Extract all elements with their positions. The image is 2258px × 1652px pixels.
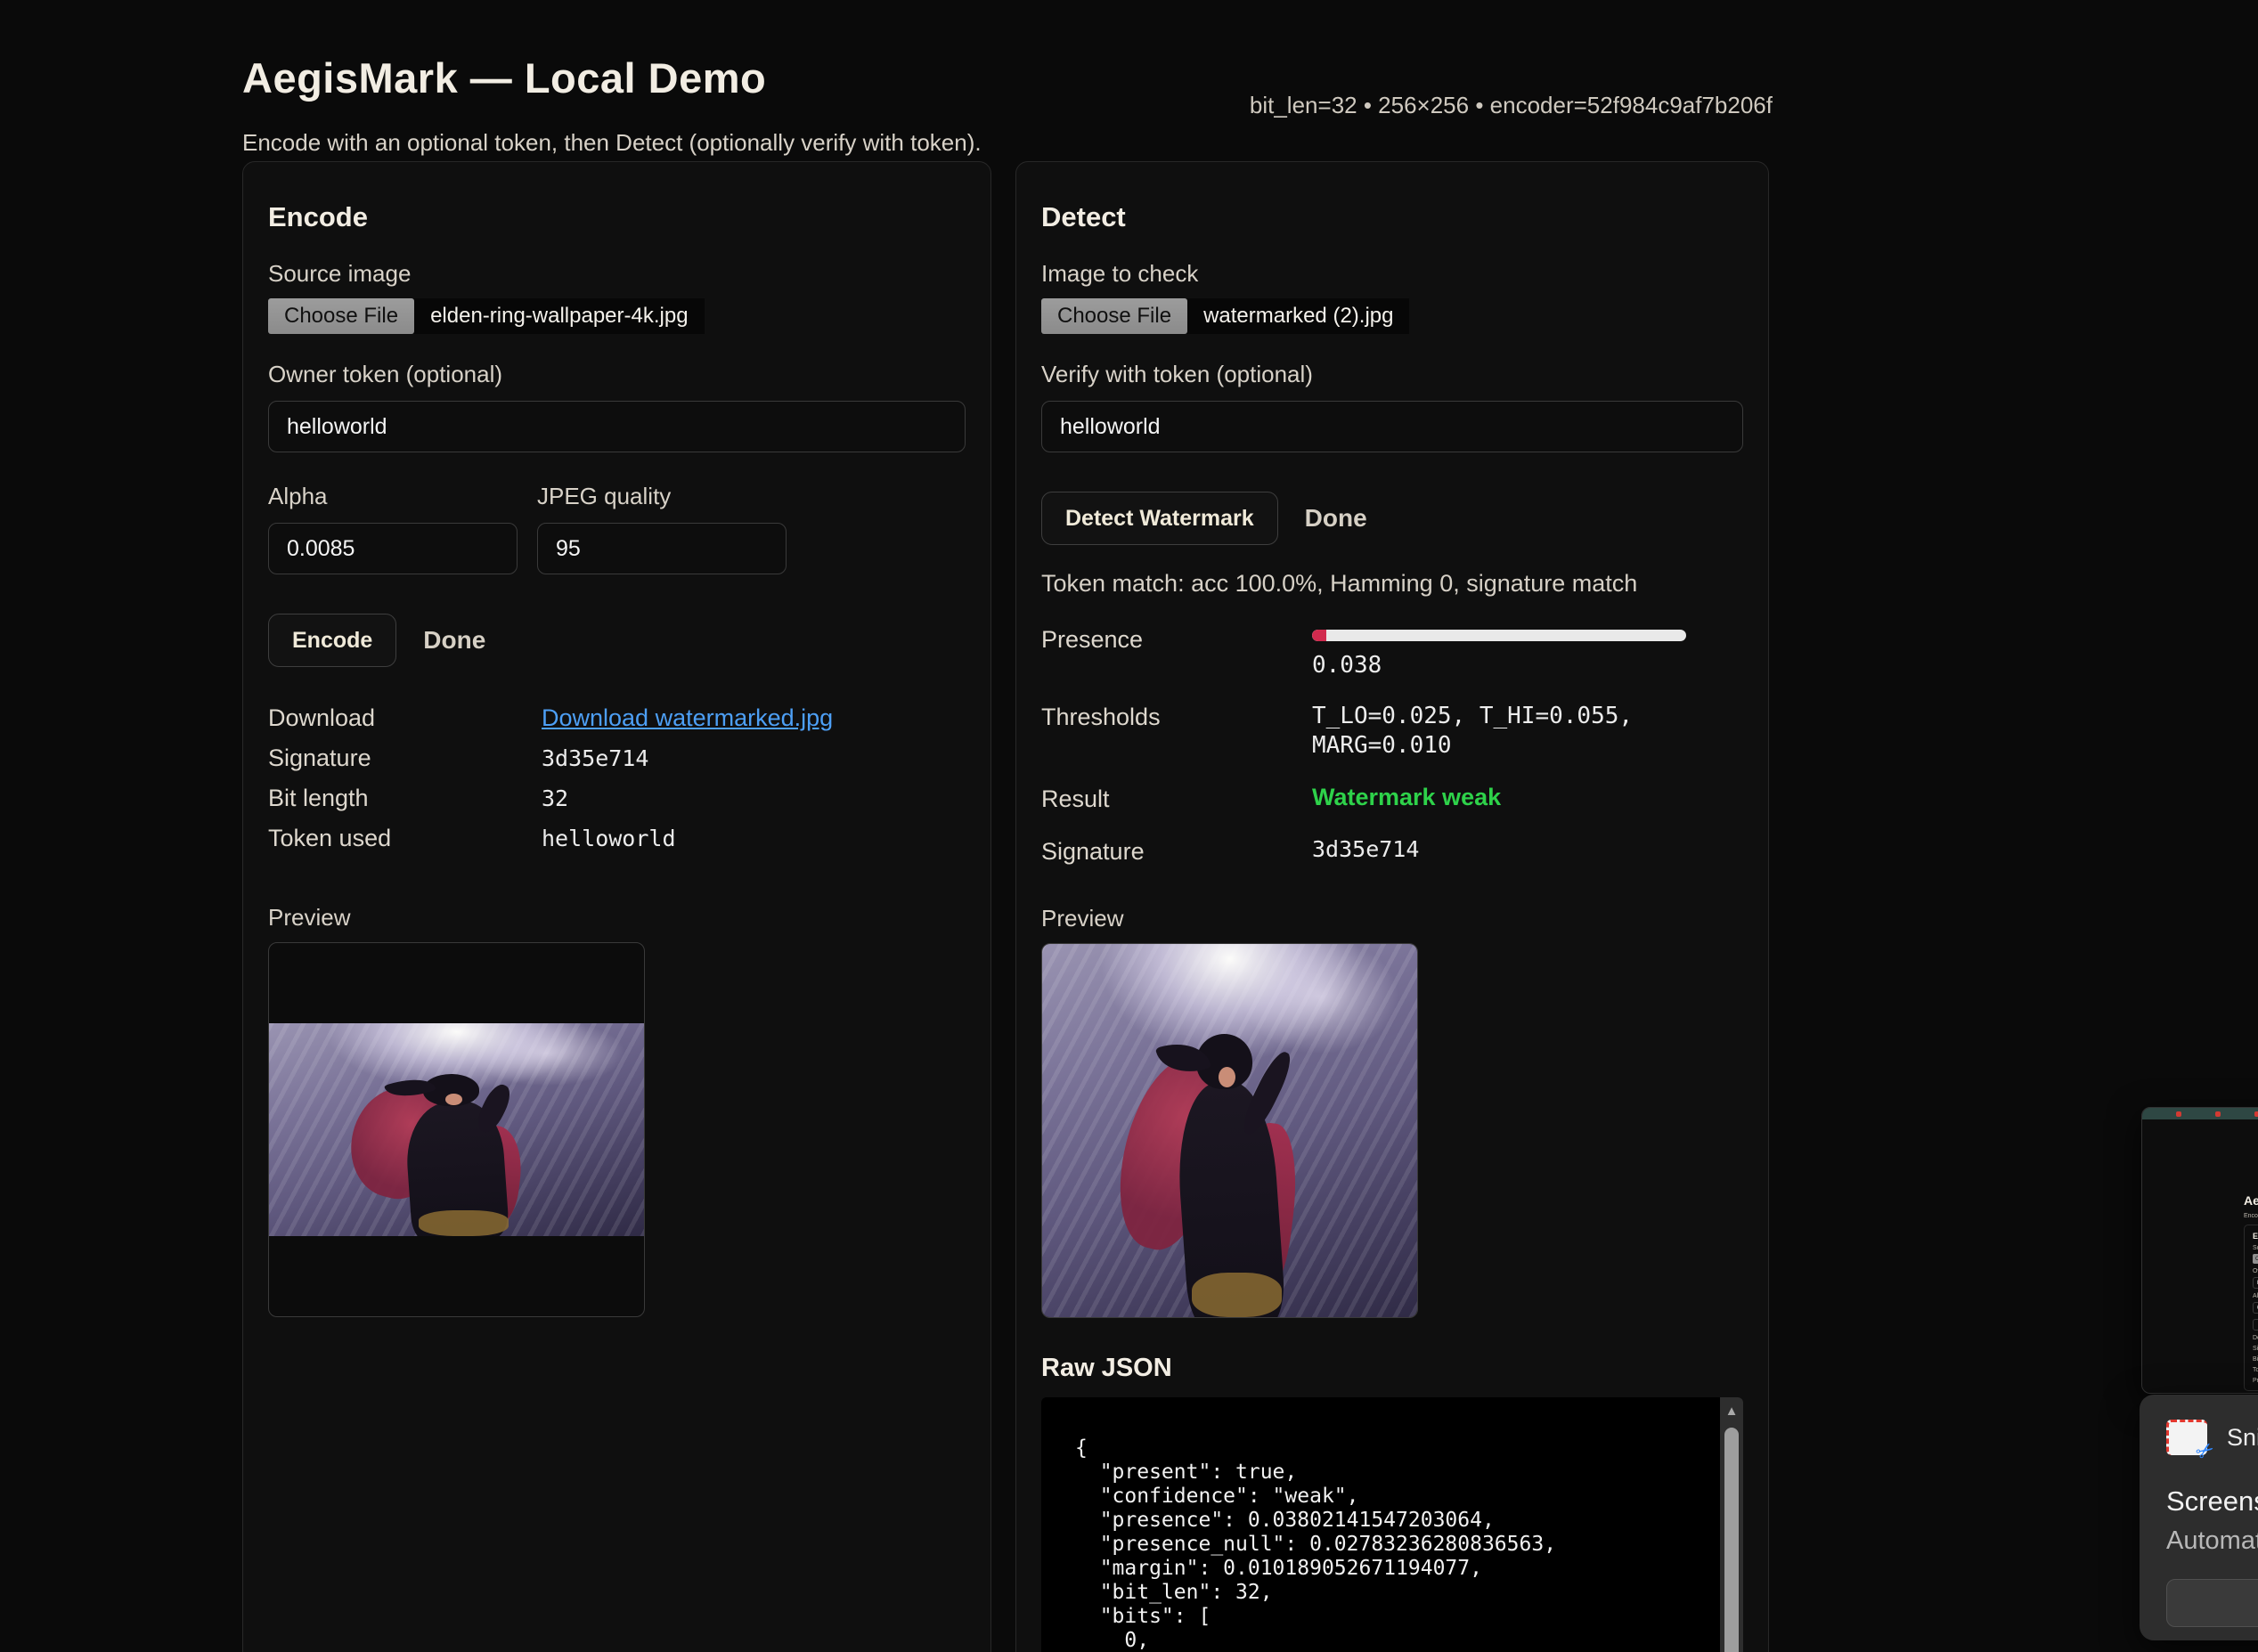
detect-heading: Detect [1041,201,1743,233]
mini-page-subtitle: Encode with an optional token, then Dete… [2244,1213,2258,1219]
encoder-meta: bit_len=32 • 256×256 • encoder=52f984c9a… [1250,92,1773,119]
source-file-input[interactable]: Choose File elden-ring-wallpaper-4k.jpg [268,298,705,334]
table-row: Thresholds T_LO=0.025, T_HI=0.055, MARG=… [1041,702,1743,761]
download-label: Download [268,704,542,732]
table-row: Signature 3d35e714 [1041,836,1743,866]
image-to-check-label: Image to check [1041,260,1743,288]
detect-panel: Detect Image to check Choose File waterm… [1015,161,1769,1652]
signature-value: 3d35e714 [542,745,648,771]
result-value: Watermark weak [1312,784,1501,813]
signature-label: Signature [268,745,542,772]
detect-signature-value: 3d35e714 [1312,836,1419,866]
mini-tab-favicon [2215,1111,2221,1117]
detect-preview-label: Preview [1041,905,1743,932]
jpeg-quality-label: JPEG quality [537,483,787,510]
verify-token-field[interactable] [1041,401,1743,452]
token-match-summary: Token match: acc 100.0%, Hamming 0, sign… [1041,570,1743,598]
detect-signature-label: Signature [1041,836,1312,866]
token-used-value: helloworld [542,826,676,851]
alpha-field[interactable] [268,523,518,574]
detect-preview-image [1041,943,1418,1318]
presence-label: Presence [1041,624,1312,679]
snipping-tool-icon: ✂ [2166,1420,2207,1455]
choose-file-button[interactable]: Choose File [268,298,414,334]
bit-length-value: 32 [542,785,568,811]
presence-meter-fill [1312,630,1326,641]
raw-json-heading: Raw JSON [1041,1354,1743,1383]
screenshot-preview-window[interactable]: AegisMark — Local Demo Encode with an op… [2141,1107,2258,1394]
table-row: Presence 0.038 [1041,624,1743,679]
mini-tab-favicon [2176,1111,2181,1117]
scroll-up-arrow-icon[interactable]: ▲ [1720,1397,1743,1424]
encode-panel: Encode Source image Choose File elden-ri… [242,161,991,1652]
json-scrollbar[interactable]: ▲ [1720,1397,1743,1652]
raw-json-output[interactable]: { "present": true, "confidence": "weak",… [1041,1397,1743,1652]
source-filename: elden-ring-wallpaper-4k.jpg [414,298,705,334]
page: AegisMark — Local Demo Encode with an op… [0,0,2258,1652]
watermarked-artwork-thumbnail [269,1023,644,1236]
thresholds-label: Thresholds [1041,702,1312,761]
detect-watermark-button[interactable]: Detect Watermark [1041,492,1278,545]
table-row: Bit length 32 [268,785,966,825]
bit-length-label: Bit length [268,785,542,812]
source-image-label: Source image [268,260,966,288]
verify-token-label: Verify with token (optional) [1041,361,1743,388]
table-row: Signature 3d35e714 [268,745,966,785]
checked-artwork-thumbnail [1042,944,1417,1317]
encode-heading: Encode [268,201,966,233]
json-scrollbar-thumb[interactable] [1724,1428,1739,1652]
mini-page-thumbnail: AegisMark — Local Demo Encode with an op… [2228,1193,2258,1394]
page-title: AegisMark — Local Demo [242,53,766,102]
page-subtitle: Encode with an optional token, then Dete… [242,129,982,157]
mini-page-title: AegisMark — Local Demo [2244,1193,2258,1208]
table-row: Token used helloworld [268,825,966,865]
mini-browser-tabbar [2142,1108,2258,1119]
owner-token-field[interactable] [268,401,966,452]
scissors-icon: ✂ [2190,1436,2220,1467]
check-filename: watermarked (2).jpg [1187,298,1409,334]
thresholds-value: T_LO=0.025, T_HI=0.055, MARG=0.010 [1312,702,1633,761]
alpha-label: Alpha [268,483,518,510]
check-file-input[interactable]: Choose File watermarked (2).jpg [1041,298,1409,334]
owner-token-label: Owner token (optional) [268,361,966,388]
token-used-label: Token used [268,825,542,852]
notification-body: Automatic [2166,1526,2258,1556]
mini-tab-favicon [2254,1111,2258,1117]
notification-action-button[interactable] [2166,1579,2258,1627]
presence-meter [1312,630,1686,641]
presence-value: 0.038 [1312,652,1686,679]
download-watermarked-link[interactable]: Download watermarked.jpg [542,704,833,732]
choose-file-button[interactable]: Choose File [1041,298,1187,334]
notification-title: Screensho [2166,1485,2258,1518]
encode-button[interactable]: Encode [268,614,396,667]
notification-app-name: Snipping [2227,1424,2258,1452]
encode-status: Done [423,626,485,655]
encode-preview-label: Preview [268,904,966,932]
table-row: Result Watermark weak [1041,784,1743,813]
detect-results: Presence 0.038 Thresholds T_LO=0.025, T_… [1041,624,1743,866]
detect-status: Done [1305,504,1367,533]
jpeg-quality-field[interactable] [537,523,787,574]
table-row: Download Download watermarked.jpg [268,704,966,745]
mini-encode-panel: Encode Source image Choose File Owner to… [2244,1225,2258,1391]
result-label: Result [1041,784,1312,813]
encode-preview-image [268,942,645,1317]
snipping-tool-notification[interactable]: ✂ Snipping Screensho Automatic [2140,1395,2258,1640]
encode-results: Download Download watermarked.jpg Signat… [268,704,966,865]
raw-json-text: { "present": true, "confidence": "weak",… [1041,1397,1743,1652]
